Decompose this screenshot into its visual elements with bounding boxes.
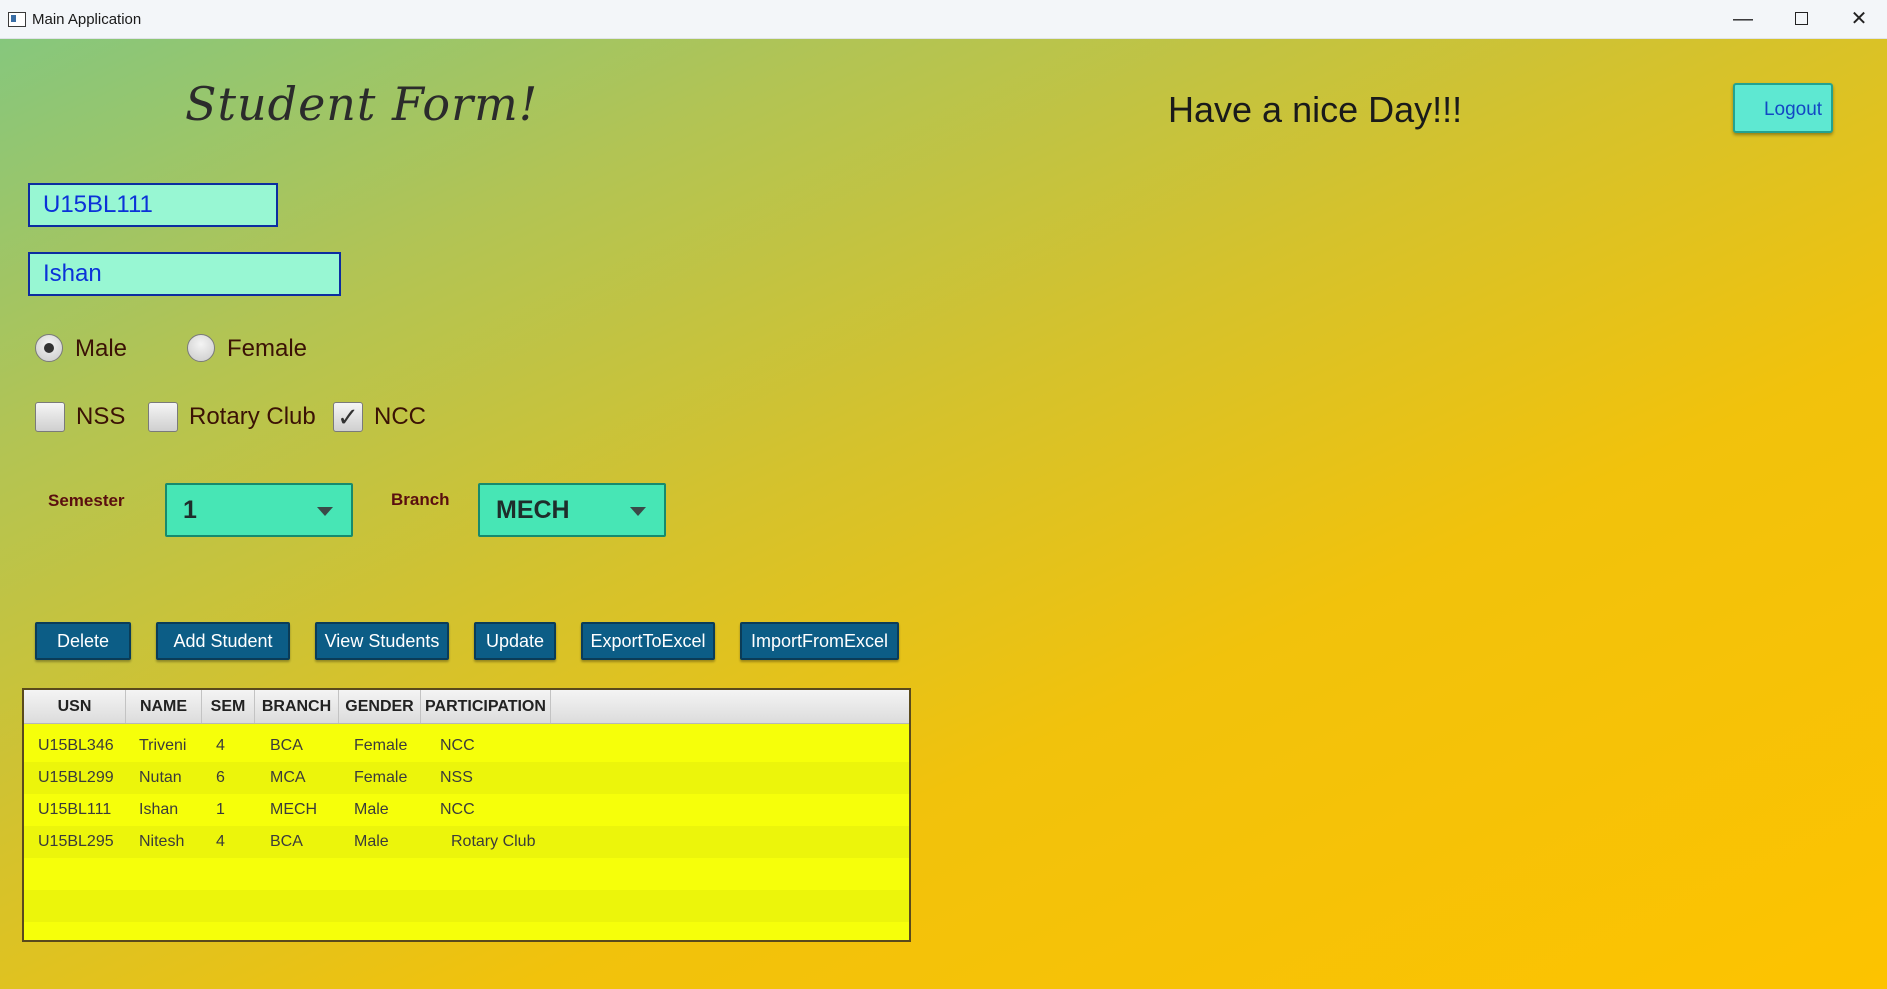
cell-participation: NCC — [440, 801, 475, 818]
table-row[interactable]: U15BL295 Nitesh 4 BCA Male Rotary Club — [24, 826, 909, 858]
cell-name: Nutan — [139, 769, 182, 786]
column-header-gender[interactable]: GENDER — [339, 690, 421, 723]
cell-name: Ishan — [139, 801, 179, 818]
cell-sem: 4 — [216, 737, 225, 754]
add-student-button[interactable]: Add Student — [156, 622, 290, 660]
close-button[interactable]: ✕ — [1830, 0, 1887, 38]
cell-branch: BCA — [270, 737, 303, 754]
name-field[interactable] — [28, 252, 341, 296]
table-row-empty — [24, 858, 909, 890]
logout-button[interactable]: Logout — [1733, 83, 1833, 133]
column-header-participation[interactable]: PARTICIPATION — [421, 690, 551, 723]
cell-branch: BCA — [270, 833, 303, 850]
cell-usn: U15BL295 — [38, 833, 114, 850]
greeting-text: Have a nice Day!!! — [1168, 89, 1463, 130]
usn-field[interactable] — [28, 183, 278, 227]
minimize-button[interactable]: — — [1714, 0, 1772, 38]
cell-usn: U15BL346 — [38, 737, 114, 754]
column-header-branch[interactable]: BRANCH — [255, 690, 339, 723]
cell-branch: MCA — [270, 769, 306, 786]
table-header: USN NAME SEM BRANCH GENDER PARTICIPATION — [24, 690, 909, 724]
cell-participation: Rotary Club — [451, 833, 536, 850]
update-button[interactable]: Update — [474, 622, 556, 660]
window-titlebar: Main Application — ✕ — [0, 0, 1887, 39]
column-header-name[interactable]: NAME — [126, 690, 202, 723]
export-to-excel-button[interactable]: ExportToExcel — [581, 622, 715, 660]
radio-selected-dot — [44, 343, 54, 353]
semester-label: Semester — [48, 491, 125, 510]
cell-sem: 6 — [216, 769, 225, 786]
column-header-usn[interactable]: USN — [24, 690, 126, 723]
delete-button[interactable]: Delete — [35, 622, 131, 660]
semester-select[interactable]: 1 — [165, 483, 353, 537]
cell-gender: Male — [354, 833, 389, 850]
gender-female-label: Female — [227, 335, 308, 362]
nss-checkbox[interactable] — [35, 402, 65, 432]
cell-usn: U15BL111 — [38, 801, 112, 818]
table-row[interactable]: U15BL346 Triveni 4 BCA Female NCC — [24, 730, 909, 762]
chevron-down-icon — [630, 507, 646, 516]
ncc-checkbox[interactable]: ✓ — [333, 402, 363, 433]
cell-gender: Female — [354, 737, 408, 754]
view-students-button[interactable]: View Students — [315, 622, 449, 660]
app-icon — [8, 12, 26, 27]
table-row[interactable]: U15BL299 Nutan 6 MCA Female NSS — [24, 762, 909, 794]
cell-name: Nitesh — [139, 833, 185, 850]
page-title: Student Form! — [185, 77, 539, 131]
column-header-sem[interactable]: SEM — [202, 690, 255, 723]
students-table[interactable]: USN NAME SEM BRANCH GENDER PARTICIPATION… — [22, 688, 911, 942]
gender-male-label: Male — [75, 335, 128, 362]
cell-participation: NCC — [440, 737, 475, 754]
semester-value: 1 — [183, 496, 197, 524]
nss-label: NSS — [76, 403, 126, 430]
gender-female-radio[interactable] — [187, 334, 215, 362]
window-title: Main Application — [32, 11, 142, 28]
gender-male-radio[interactable] — [35, 334, 63, 362]
maximize-icon — [1794, 12, 1808, 26]
maximize-button[interactable] — [1772, 0, 1830, 38]
branch-value: MECH — [496, 496, 570, 524]
cell-name: Triveni — [139, 737, 187, 754]
cell-gender: Female — [354, 769, 408, 786]
import-from-excel-button[interactable]: ImportFromExcel — [740, 622, 899, 660]
cell-gender: Male — [354, 801, 389, 818]
table-row-empty — [24, 890, 909, 922]
table-row[interactable]: U15BL111 Ishan 1 MECH Male NCC — [24, 794, 909, 826]
chevron-down-icon — [317, 507, 333, 516]
checkmark-icon: ✓ — [337, 403, 359, 433]
branch-select[interactable]: MECH — [478, 483, 666, 537]
form-pane: Student Form! Have a nice Day!!! Logout … — [0, 39, 1887, 989]
cell-branch: MECH — [270, 801, 318, 818]
cell-sem: 4 — [216, 833, 225, 850]
cell-sem: 1 — [216, 801, 225, 818]
cell-participation: NSS — [440, 769, 473, 786]
branch-label: Branch — [391, 490, 450, 509]
cell-usn: U15BL299 — [38, 769, 114, 786]
rotary-club-label: Rotary Club — [189, 403, 316, 430]
ncc-label: NCC — [374, 403, 426, 430]
rotary-club-checkbox[interactable] — [148, 402, 178, 432]
